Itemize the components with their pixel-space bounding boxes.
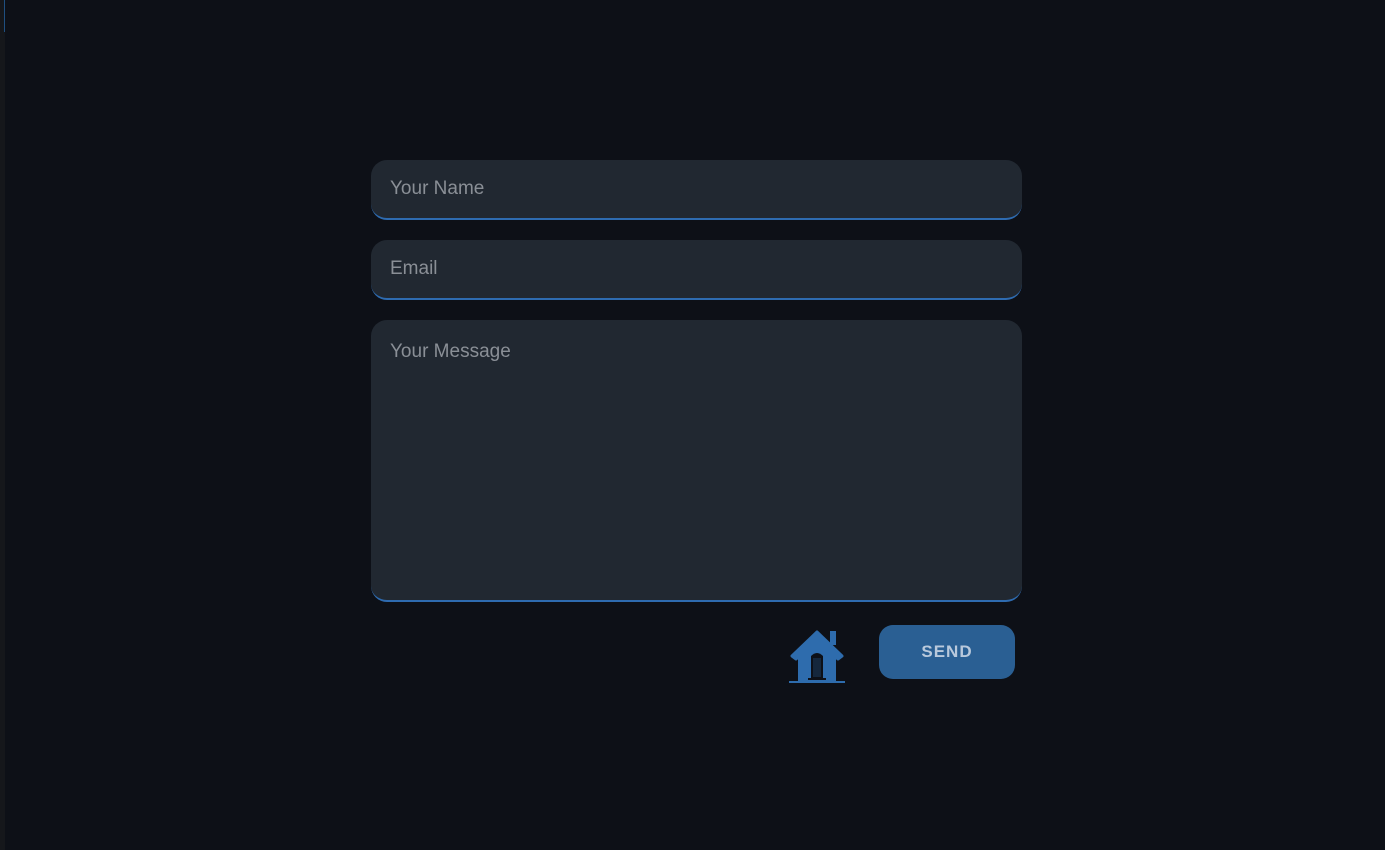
message-textarea[interactable] bbox=[371, 320, 1022, 602]
name-input[interactable] bbox=[371, 160, 1022, 220]
email-input[interactable] bbox=[371, 240, 1022, 300]
send-button[interactable]: SEND bbox=[879, 625, 1015, 679]
window-edge-accent bbox=[4, 0, 5, 32]
house-icon bbox=[789, 630, 845, 683]
window-edge bbox=[0, 0, 5, 850]
home-button[interactable] bbox=[786, 626, 848, 684]
